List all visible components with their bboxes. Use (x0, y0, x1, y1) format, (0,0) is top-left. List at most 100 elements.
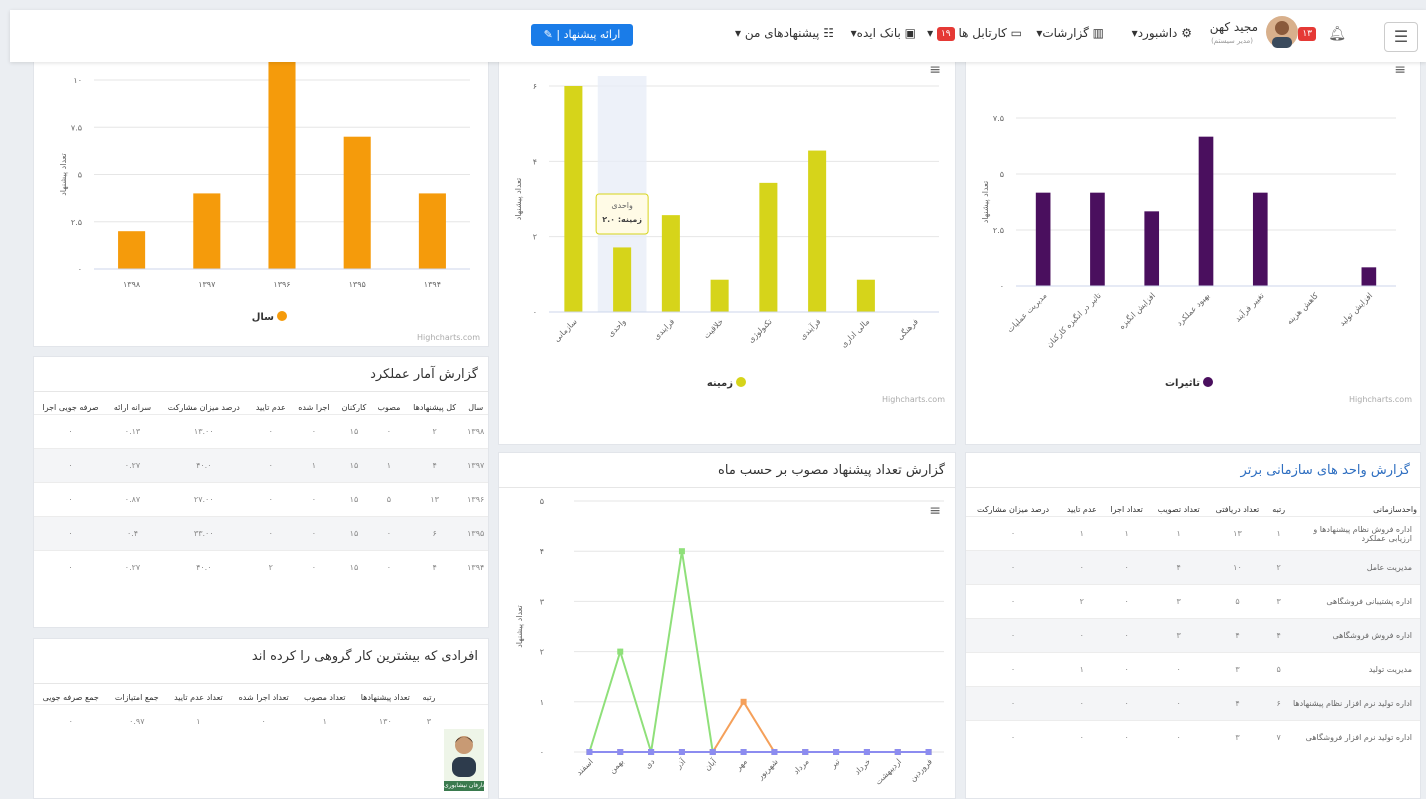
table-cell: ۱۳۹۴ (463, 550, 488, 585)
table-cell: ۰ (1149, 720, 1208, 755)
table-row[interactable]: اداره تولید نرم افزار فروشگاهی ۷ ۳ ۰ ۰ ۰ ۰ (966, 720, 1420, 755)
user-role: (مدیر سیستم) (1211, 37, 1253, 45)
user-name[interactable]: مجید کهن (1210, 20, 1258, 34)
series-point (617, 648, 624, 655)
column-header: صرفه جویی اجرا (42, 403, 99, 412)
table-cell: ۴ (1149, 550, 1208, 585)
bell-icon[interactable]: 🔔︎ (1328, 26, 1346, 42)
bar (1361, 267, 1377, 286)
table-cell: ۰ (249, 482, 292, 517)
bar (613, 247, 632, 312)
bar-chart-icon: ▥ (1092, 26, 1104, 40)
table-cell: ۶ (1267, 686, 1290, 721)
avatar[interactable] (1266, 16, 1298, 51)
y-tick-label: ۷.۵ (71, 123, 82, 132)
nav-kartable[interactable]: ▭ کارتابل ها ۱۹ ▾ (927, 26, 1022, 41)
series-point (709, 749, 716, 755)
y-tick-label: ۱ (540, 698, 544, 707)
team-table-wrap: رتبه تعداد پیشنهادها تعداد مصوب تعداد اجرا … (34, 691, 488, 739)
column-header: رتبه (1272, 505, 1286, 514)
chart-menu-icon[interactable]: ≡ (929, 62, 941, 78)
table-row[interactable]: ۱۳۹۶ ۱۳ ۵ ۱۵ ۰ ۰ ۲۷.۰۰ ۰.۸۷ ۰ (34, 482, 488, 517)
table-cell: ۴۰.۰ (157, 448, 250, 483)
nav-dashboard[interactable]: ⚙︎ داشبورد▾ (1132, 26, 1192, 40)
table-row[interactable]: ۱۳۹۴ ۴ ۰ ۱۵ ۰ ۲ ۴۰.۰ ۰.۲۷ ۰ (34, 550, 488, 585)
table-row[interactable]: ۱۳۹۸ ۲ ۰ ۱۵ ۰ ۰ ۱۳.۰۰ ۰.۱۳ ۰ (34, 414, 488, 449)
notification-badge[interactable]: ۱۳ (1298, 26, 1316, 41)
table-cell: ۳ (417, 704, 440, 739)
table-cell: ۱ (1060, 516, 1104, 551)
table-cell: ۰ (1060, 720, 1104, 755)
y-tick-label: ۷.۵ (993, 114, 1004, 123)
avatar-column-header (440, 691, 488, 705)
table-cell: ۱۳۹۵ (463, 516, 488, 551)
column-header: واحدسازمانی (1373, 505, 1417, 514)
table-cell: ۰ (1103, 720, 1150, 755)
table-cell: ۱۳۹۸ (463, 414, 488, 449)
table-row[interactable]: مدیریت عامل ۲ ۱۰ ۴ ۰ ۰ ۰ (966, 550, 1420, 585)
chart-menu-icon[interactable]: ≡ (1394, 62, 1406, 78)
chart-credit[interactable]: Highcharts.com (417, 333, 480, 342)
x-tick-label: آذر (673, 756, 688, 771)
table-cell: ۴۰.۰ (157, 550, 250, 585)
table-row[interactable]: اداره تولید نرم افزار نظام پیشنهادها ۶ ۴ ۰ ۰… (966, 686, 1420, 721)
x-tick-label: خرداد (853, 757, 873, 777)
edit-icon: ✎ (543, 28, 553, 41)
column-header: اجرا شده (298, 403, 330, 412)
avatar-caption: عارفان نیشابوری (444, 781, 484, 791)
x-tick-label: کاهش هزینه (1285, 291, 1320, 326)
series-point (740, 749, 747, 755)
chart-credit[interactable]: Highcharts.com (882, 395, 945, 404)
nav-idea-bank[interactable]: ▣ بانک ایده▾ (851, 26, 916, 40)
table-row[interactable]: ۳ ۱۳۰ ۱ ۰ ۱ ۰.۹۷ ۰ (34, 704, 488, 739)
table-cell: ۱۳ (405, 482, 464, 517)
table-row[interactable]: اداره پشتیبانی فروشگاهی ۳ ۵ ۳ ۰ ۲ ۰ (966, 584, 1420, 619)
series-point (771, 749, 778, 755)
table-cell: ۷ (1267, 720, 1290, 755)
nav-my-suggestions[interactable]: ☷ پیشنهادهای من ▾ (735, 26, 834, 40)
menu-toggle-button[interactable]: ☰ (1384, 22, 1418, 52)
x-tick-label: شهریور (755, 757, 780, 782)
table-cell: ۱۵ (335, 482, 372, 517)
table-row[interactable]: ۱۳۹۵ ۶ ۰ ۱۵ ۰ ۰ ۳۳.۰۰ ۰.۴ ۰ (34, 516, 488, 551)
table-cell: ۰ (1149, 686, 1208, 721)
legend-marker (277, 311, 287, 321)
table-cell: ۰ (34, 704, 108, 739)
table-row[interactable]: اداره فروش فروشگاهی ۴ ۴ ۳ ۰ ۰ ۰ (966, 618, 1420, 653)
table-cell: ۶ (405, 516, 464, 551)
column-header: درصد میزان مشارکت (167, 403, 240, 412)
column-header: جمع امتیازات (114, 693, 159, 702)
table-cell: ۴ (405, 550, 464, 585)
list-icon: ☷ (823, 26, 834, 40)
bar (1144, 211, 1160, 286)
table-cell: ۵ (1207, 584, 1268, 619)
table-cell: ۱ (1103, 516, 1150, 551)
table-cell: ۳۳.۰۰ (157, 516, 250, 551)
units-card: گزارش واحد های سازمانی برتر واحدسازمانی ر… (965, 452, 1421, 799)
bar (1035, 192, 1051, 286)
legend-label: تاثیرات (1165, 378, 1200, 389)
y-tick-label: ۲ (540, 648, 544, 657)
table-cell: ۱۵ (335, 550, 372, 585)
team-avatar[interactable]: عارفان نیشابوری (444, 729, 484, 791)
chart-credit[interactable]: Highcharts.com (1349, 395, 1412, 404)
x-tick-label: اردیبهشت (873, 757, 903, 787)
table-cell: ۱ (166, 704, 231, 739)
table-row[interactable]: ۱۳۹۷ ۴ ۱ ۱۵ ۱ ۰ ۴۰.۰ ۰.۲۷ ۰ (34, 448, 488, 483)
years-bar-chart: ۰ ۲.۵ ۵ ۷.۵ ۱۰ تعداد پیشنهاد ۱۳۹۸ ۱۳۹۷ ۱۳۹۶ ۱۳۹۵ ۱… (59, 56, 470, 323)
y-axis-title: تعداد پیشنهاد (59, 153, 68, 196)
table-cell: ۰ (966, 550, 1061, 585)
table-cell: ۰ (1060, 686, 1104, 721)
legend-label: سال (252, 312, 274, 323)
table-row[interactable]: مدیریت تولید ۵ ۳ ۰ ۰ ۱ ۰ (966, 652, 1420, 687)
series-point (802, 749, 809, 755)
column-header: کل پیشنهادها (413, 403, 457, 412)
submit-suggestion-button[interactable]: ارائه پیشنهاد | ✎ (531, 24, 633, 46)
table-row[interactable]: اداره فروش نظام پیشنهادها و ارزیابی عملک… (966, 516, 1420, 551)
nav-reports[interactable]: ▥ گزارشات▾ (1036, 26, 1104, 40)
chart-menu-icon[interactable]: ≡ (929, 503, 941, 519)
y-tick-label: ۴ (540, 547, 544, 556)
column-header: سال (468, 403, 484, 412)
series-point (617, 749, 624, 755)
years-chart-card: ۰ ۲.۵ ۵ ۷.۵ ۱۰ تعداد پیشنهاد ۱۳۹۸ ۱۳۹۷ ۱۳۹۶ ۱۳۹۵ ۱… (33, 55, 489, 347)
